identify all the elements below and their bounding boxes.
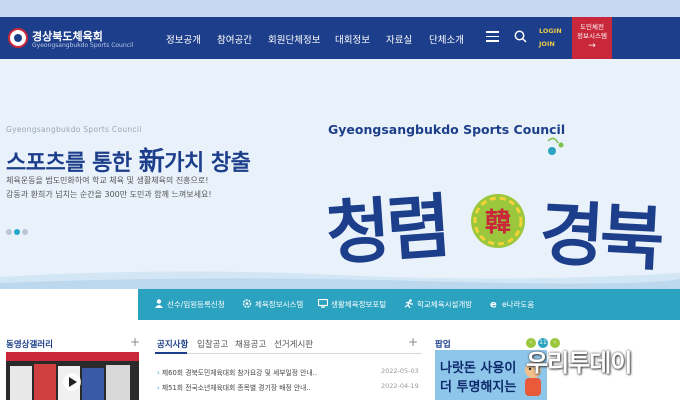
gear-icon [242,299,252,308]
slider-dot[interactable] [22,229,28,235]
hero-headline-post: 가치 창출 [164,151,251,176]
nav-item-participation[interactable]: 참여공간 [217,32,252,46]
hero-headline-pre: 스포츠를 통한 [6,151,139,176]
watermark-text: 우리투데이 [526,349,632,377]
login-link[interactable]: LOGIN [539,27,562,35]
tab-election-board[interactable]: 선거게시판 [274,338,313,350]
site-logo-subtitle: Gyeongsangbukdo Sports Council [32,42,134,49]
video-thumbnail-image [6,352,139,400]
quick-link-athlete-registration[interactable]: 선수/임원등록신청 [154,299,225,310]
hero-headline-accent: 新 [138,147,165,177]
video-gallery-thumbnail[interactable] [6,352,139,400]
person-icon [155,299,163,308]
notice-item-date: 2022-05-03 [381,367,419,375]
popup-section-title: 팝업 [435,340,451,350]
quick-link-school-facilities[interactable]: 학교체육시설개방 [404,299,472,310]
logo-emblem-icon[interactable] [8,28,28,48]
slider-dots [6,220,30,239]
nav-item-member-orgs[interactable]: 회원단체정보 [268,32,320,46]
join-link[interactable]: JOIN [539,40,555,48]
tab-job-announcements[interactable]: 채용공고 [235,338,266,350]
system-tag-line2: 정보시스템 [577,32,607,40]
quick-link-label: 학교체육시설개방 [417,300,473,309]
quick-link-e-nara[interactable]: e e나라도움 [489,299,534,310]
runner-icon [404,299,413,308]
quick-link-label: e나라도움 [502,300,535,309]
hero-title-en: Gyeongsangbukdo Sports Council [328,122,566,137]
hero-ground [0,271,680,289]
hero-banner: Gyeongsangbukdo Sports Council 스포츠를 통한 新… [0,59,680,289]
popup-line2: 더 투명해지는 [440,380,517,395]
notice-item-date: 2022-04-19 [381,382,419,390]
quick-link-label: 생활체육정보포털 [331,300,387,309]
nav-item-about[interactable]: 단체소개 [429,32,464,46]
svg-text:e: e [490,300,497,309]
notice-item-title[interactable]: 제51회 전국소년체육대회 종목별 경기장 배정 안내.. [157,382,311,392]
hero-description-line2: 감동과 환희가 넘치는 순간을 300만 도민과 함께 느껴보세요! [6,190,212,199]
quick-link-label: 선수/임원등록신청 [167,300,225,309]
notice-item-title[interactable]: 제60회 경북도민체육대회 참가요강 및 세부일정 안내.. [157,367,317,377]
top-strip [0,0,680,17]
slider-dot[interactable] [6,229,12,235]
slider-dot-active[interactable] [14,229,20,235]
notice-tab-active-indicator [155,352,187,354]
quick-link-sports-info-system[interactable]: 체육정보시스템 [242,299,303,310]
hero-headline: 스포츠를 통한 新가치 창출 [6,141,251,178]
system-tag-line1: 도민체전 [580,23,604,31]
gallery-more-icon[interactable]: + [130,335,140,349]
notice-tab-divider [155,353,422,354]
search-icon[interactable] [514,30,527,43]
slogan-center: 韓 [485,208,511,238]
arrow-right-icon: → [588,41,596,51]
quick-link-label: 체육정보시스템 [255,300,304,309]
notices-more-icon[interactable]: + [408,335,418,349]
tab-notices[interactable]: 공지사항 [157,338,188,350]
popup-line1: 나랏돈 사용이 [440,361,517,376]
hero-description-line1: 체육운동을 범도민화하여 학교 체육 및 생활체육의 진흥으로! [6,176,209,185]
video-gallery-title: 동영상갤러리 [6,340,53,350]
monitor-icon [318,299,328,308]
menu-icon[interactable] [486,31,499,42]
hero-subtitle: Gyeongsangbukdo Sports Council [6,125,142,134]
nav-item-info-disclosure[interactable]: 정보공개 [166,32,201,46]
slogan-left: 청렴 [323,184,449,275]
e-letter-icon: e [490,300,497,309]
tab-bid-announcements[interactable]: 입찰공고 [197,338,228,350]
nav-item-archive[interactable]: 자료실 [386,32,412,46]
nav-item-competitions[interactable]: 대회정보 [335,32,370,46]
page: 경상북도체육회 Gyeongsangbukdo Sports Council 정… [0,0,680,400]
quick-links-bar: 선수/임원등록신청 체육정보시스템 생활체육정보포털 학교체육시설개방 e e나라… [138,289,680,320]
quick-link-life-sports-portal[interactable]: 생활체육정보포털 [318,299,386,310]
